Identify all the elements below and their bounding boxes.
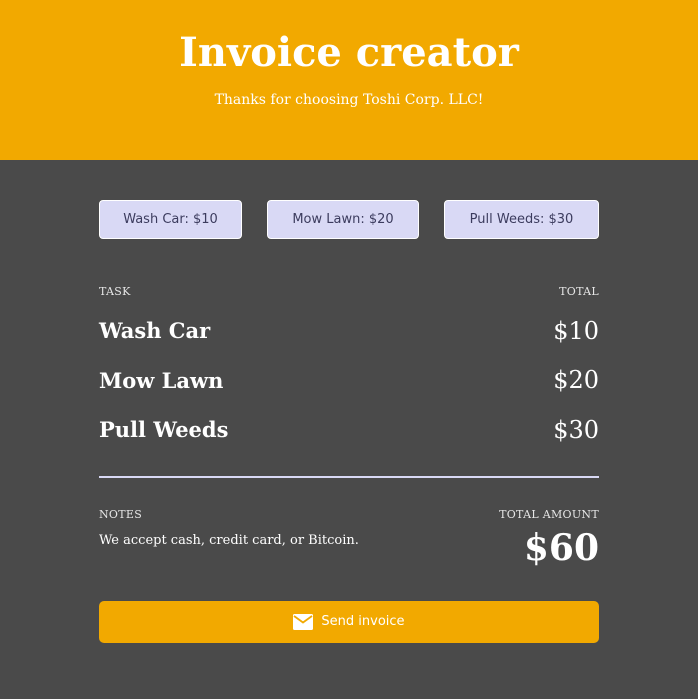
notes-section: NOTES We accept cash, credit card, or Bi… <box>99 508 359 569</box>
task-total: $20 <box>553 366 599 395</box>
total-column-header: TOTAL <box>559 285 599 298</box>
task-name: Wash Car <box>99 318 211 344</box>
total-amount-value: $60 <box>523 526 599 569</box>
pull-weeds-button[interactable]: Pull Weeds: $30 <box>444 200 599 239</box>
task-row: Pull Weeds $30 <box>99 405 599 455</box>
notes-label: NOTES <box>99 507 143 521</box>
page-subtitle: Thanks for choosing Toshi Corp. LLC! <box>214 92 484 108</box>
task-name: Pull Weeds <box>99 417 229 443</box>
task-column-header: TASK <box>99 285 131 298</box>
task-row: Mow Lawn $20 <box>99 356 599 406</box>
task-total: $30 <box>553 415 599 444</box>
table-header: TASK TOTAL <box>99 285 599 298</box>
divider <box>99 475 599 478</box>
total-amount-label: TOTAL AMOUNT <box>499 507 599 521</box>
mow-lawn-button[interactable]: Mow Lawn: $20 <box>267 200 419 239</box>
wash-car-button[interactable]: Wash Car: $10 <box>99 200 242 239</box>
task-row: Wash Car $10 <box>99 306 599 356</box>
summary: NOTES We accept cash, credit card, or Bi… <box>99 508 599 569</box>
page-title: Invoice creator <box>179 29 519 76</box>
task-button-group: Wash Car: $10 Mow Lawn: $20 Pull Weeds: … <box>99 200 599 239</box>
send-invoice-button[interactable]: Send invoice <box>99 600 599 643</box>
header: Invoice creator Thanks for choosing Tosh… <box>0 0 698 160</box>
task-name: Mow Lawn <box>99 367 224 393</box>
task-total: $10 <box>553 316 599 345</box>
notes-text: We accept cash, credit card, or Bitcoin. <box>99 532 359 548</box>
mail-icon <box>293 613 314 630</box>
total-amount-section: TOTAL AMOUNT $60 <box>499 508 599 569</box>
task-list: Wash Car $10 Mow Lawn $20 Pull Weeds $30 <box>99 306 599 455</box>
send-invoice-label: Send invoice <box>321 614 405 629</box>
main-content: Wash Car: $10 Mow Lawn: $20 Pull Weeds: … <box>99 160 599 643</box>
